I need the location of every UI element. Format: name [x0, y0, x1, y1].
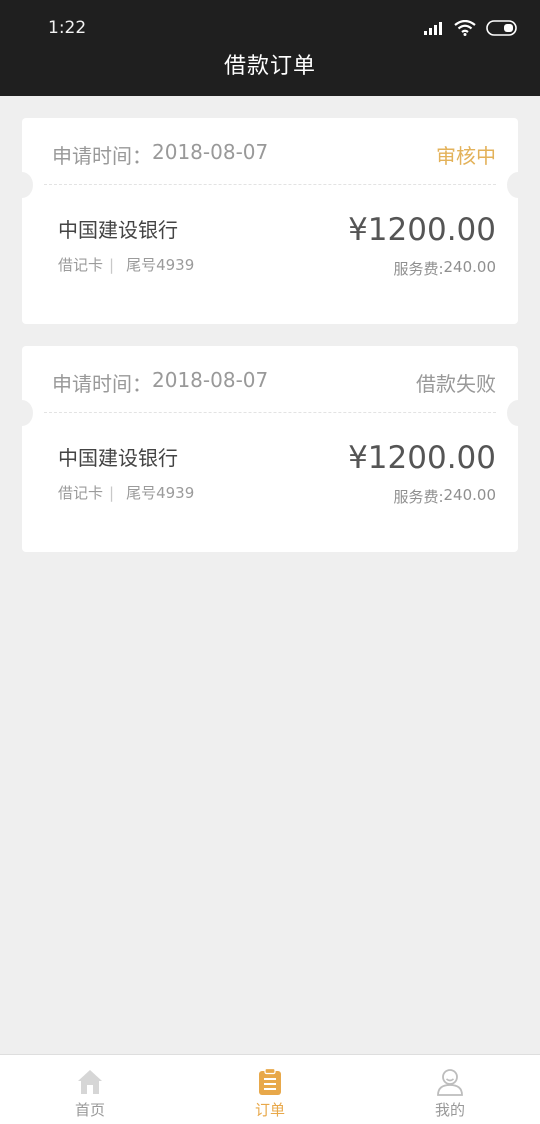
- card-info: 借记卡 | 尾号4939: [58, 482, 194, 503]
- service-fee: 服务费: 240.00: [393, 486, 496, 507]
- loan-amount: ¥1200.00: [348, 440, 496, 476]
- service-fee-label: 服务费:: [393, 488, 444, 506]
- card-type: 借记卡: [58, 256, 104, 274]
- loan-amount: ¥1200.00: [348, 212, 496, 248]
- wifi-icon: [454, 20, 476, 36]
- card-info-separator: |: [109, 483, 115, 502]
- tab-orders[interactable]: 订单: [180, 1055, 360, 1124]
- card-notch-right: [507, 400, 518, 426]
- bank-name: 中国建设银行: [58, 446, 178, 470]
- tab-orders-label: 订单: [254, 1101, 285, 1119]
- tab-mine-label: 我的: [434, 1101, 465, 1119]
- dashed-divider: [44, 412, 496, 413]
- order-status: 借款失败: [416, 372, 496, 396]
- card-notch-right: [507, 172, 518, 198]
- service-fee-value: 240.00: [443, 258, 497, 276]
- card-tail: 尾号4939: [126, 484, 195, 502]
- apply-time-label: 申请时间：: [52, 372, 152, 396]
- order-card[interactable]: 申请时间： 2018-08-07 借款失败 中国建设银行 借记卡 | 尾号493…: [22, 346, 518, 552]
- card-notch-left: [22, 400, 33, 426]
- order-card[interactable]: 申请时间： 2018-08-07 审核中 中国建设银行 借记卡 | 尾号4939…: [22, 118, 518, 324]
- user-icon: [437, 1069, 463, 1096]
- order-status: 审核中: [436, 144, 496, 168]
- card-info: 借记卡 | 尾号4939: [58, 254, 194, 275]
- card-info-separator: |: [109, 255, 115, 274]
- service-fee-value: 240.00: [443, 486, 497, 504]
- battery-icon: [486, 20, 517, 36]
- card-type: 借记卡: [58, 484, 104, 502]
- service-fee-label: 服务费:: [393, 260, 444, 278]
- apply-time-value: 2018-08-07: [152, 140, 269, 164]
- apply-time-value: 2018-08-07: [152, 368, 269, 392]
- tab-home[interactable]: 首页: [0, 1055, 180, 1124]
- apply-time-label: 申请时间：: [52, 144, 152, 168]
- card-notch-left: [22, 172, 33, 198]
- tab-home-label: 首页: [74, 1101, 105, 1119]
- apply-time: 申请时间： 2018-08-07: [52, 368, 268, 397]
- status-time: 1:22: [48, 18, 87, 38]
- order-icon: [259, 1067, 281, 1095]
- service-fee: 服务费: 240.00: [393, 258, 496, 279]
- card-tail: 尾号4939: [126, 256, 195, 274]
- bank-name: 中国建设银行: [58, 218, 178, 242]
- signal-icon: [424, 22, 442, 35]
- apply-time: 申请时间： 2018-08-07: [52, 140, 268, 169]
- page-title: 借款订单: [223, 54, 316, 79]
- bottom-tab-bar: 首页 订单 我的: [0, 1054, 540, 1124]
- home-icon: [78, 1070, 102, 1094]
- dashed-divider: [44, 184, 496, 185]
- tab-mine[interactable]: 我的: [360, 1055, 540, 1124]
- status-icons: [424, 18, 520, 38]
